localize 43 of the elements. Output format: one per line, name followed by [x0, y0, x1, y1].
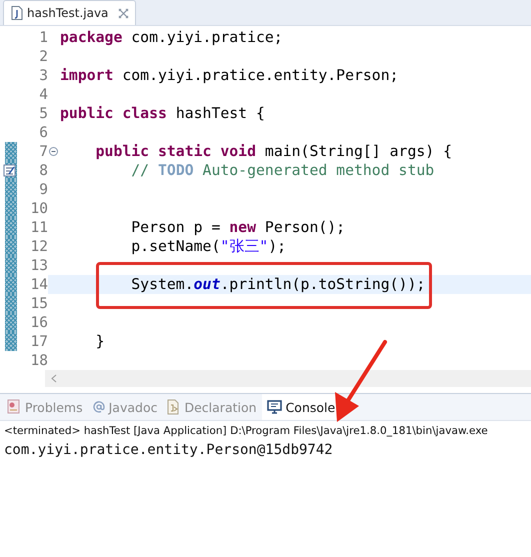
console-output: com.yiyi.pratice.entity.Person@15db9742 — [4, 442, 333, 458]
collapse-icon[interactable] — [49, 146, 58, 156]
line-number: 16 — [30, 314, 48, 330]
panel-tab[interactable]: Declaration — [162, 394, 262, 420]
code-line: package com.yiyi.pratice; — [60, 29, 283, 46]
at-icon — [92, 401, 105, 413]
line-number: 3 — [39, 68, 48, 84]
close-icon[interactable] — [118, 8, 130, 18]
console-header: <terminated> hashTest [Java Application] D:\Program Files\Java\jre1.8.0_181\bin\javaw.exe — [4, 425, 488, 437]
problems-icon — [7, 399, 21, 415]
code-line: p.setName("张三"); — [130, 237, 286, 256]
line-number: 5 — [39, 106, 48, 122]
line-number: 4 — [39, 86, 48, 102]
line-number: 11 — [30, 220, 48, 236]
code-line: public static void main(String[] args) { — [94, 143, 452, 160]
line-number: 7 — [39, 144, 48, 160]
line-number: 8 — [39, 162, 48, 178]
line-number: 13 — [30, 258, 48, 274]
code-line: public class hashTest { — [60, 105, 265, 122]
code-line: } — [94, 333, 105, 350]
code-line: System.out.println(p.toString()); — [130, 276, 426, 293]
scroll-left-icon[interactable] — [51, 374, 57, 383]
line-number: 12 — [30, 238, 48, 254]
code-line: // TODO Auto-generated method stub — [130, 162, 434, 179]
line-number: 10 — [30, 200, 48, 216]
panel-tab[interactable]: Problems — [2, 394, 88, 420]
java-file-icon — [11, 6, 23, 20]
line-number: 1 — [39, 30, 48, 46]
code-line: Person p = new Person(); — [130, 219, 346, 236]
line-number: 14 — [30, 276, 48, 292]
line-number: 9 — [39, 182, 48, 198]
line-number: 6 — [39, 124, 48, 140]
panel-tab[interactable]: Console — [262, 394, 340, 420]
line-number: 18 — [30, 352, 48, 368]
panel-tab[interactable]: Javadoc — [88, 394, 162, 420]
code-line: import com.yiyi.pratice.entity.Person; — [60, 67, 399, 84]
document-icon — [167, 399, 180, 415]
editor-tab[interactable]: hashTest.java — [3, 0, 136, 25]
line-number: 15 — [30, 296, 48, 312]
line-number: 17 — [30, 334, 48, 350]
horizontal-scrollbar[interactable] — [45, 370, 531, 387]
line-number: 2 — [39, 48, 48, 64]
monitor-icon — [266, 400, 282, 414]
